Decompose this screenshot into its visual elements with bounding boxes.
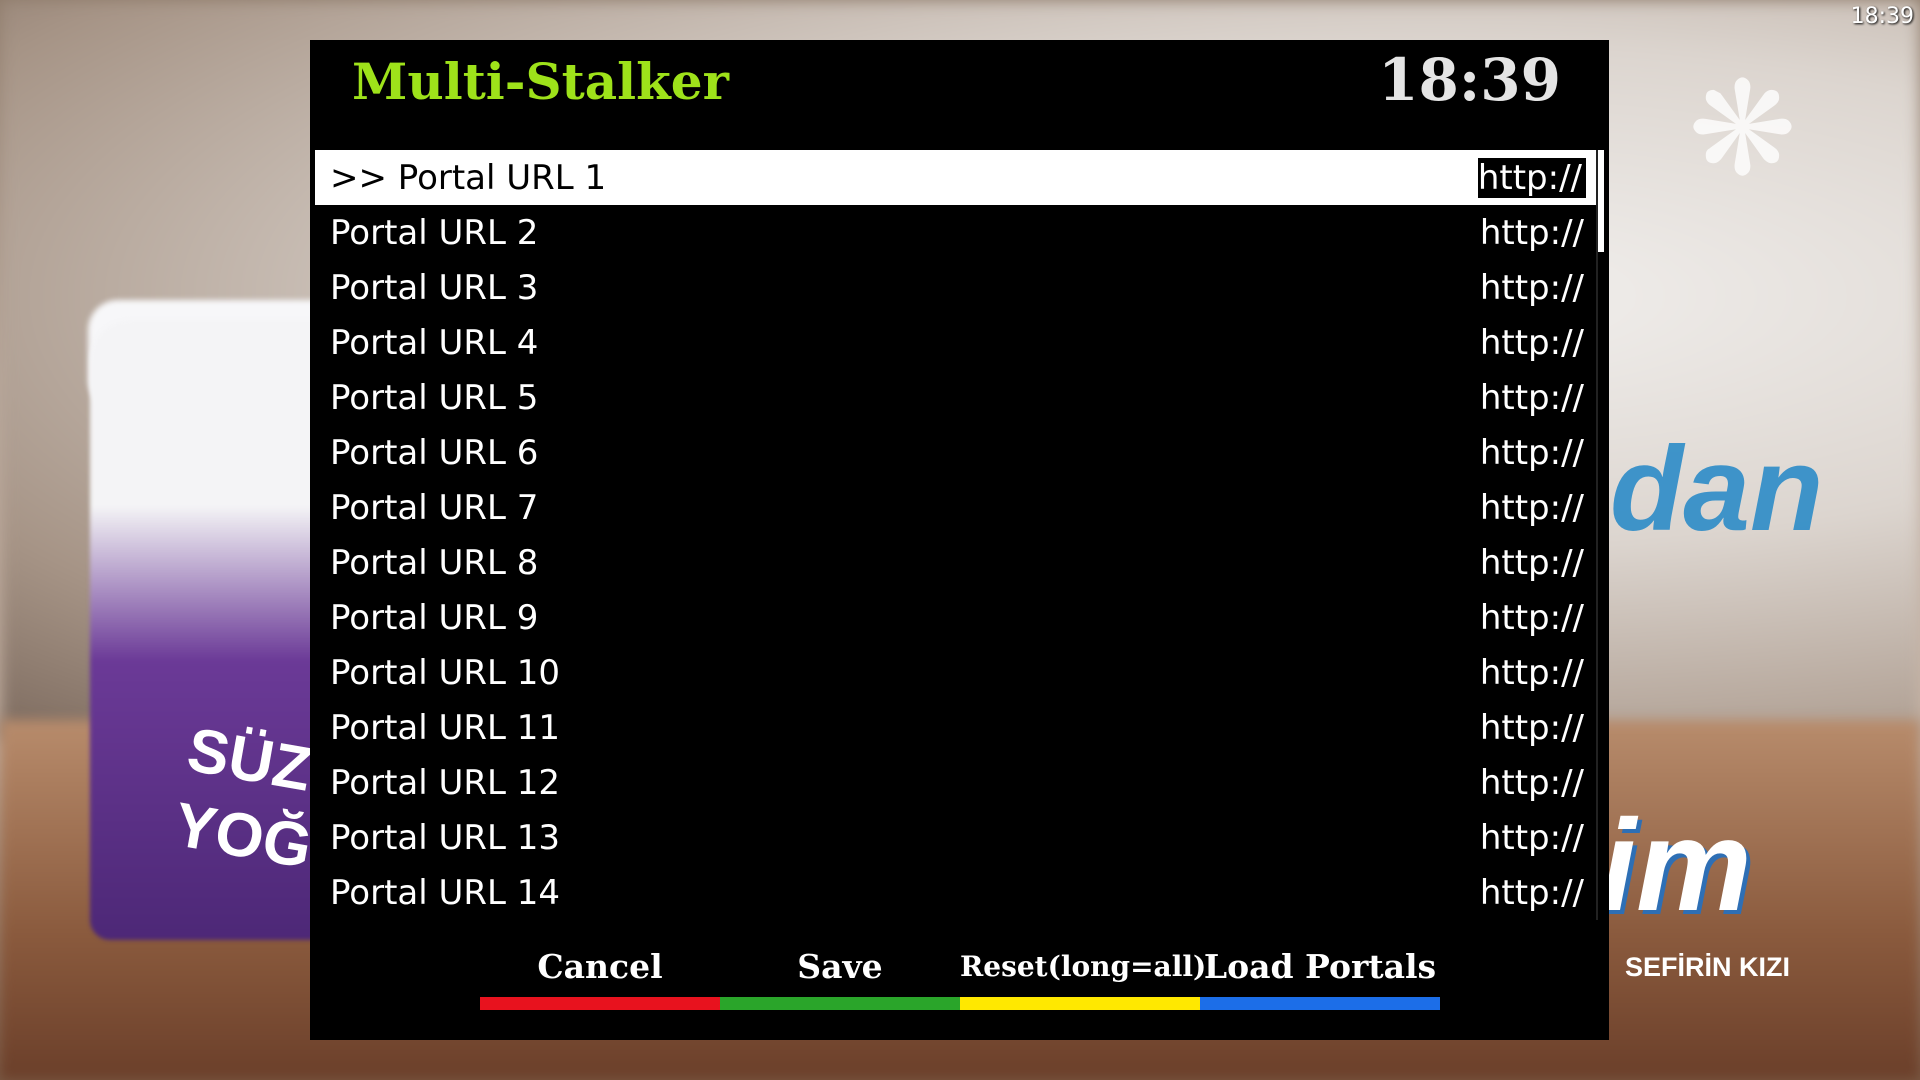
portal-url-list: >> Portal URL 1 http:// Portal URL 2 http:/… [315,150,1600,958]
color-button-bar: Cancel Save Reset(long=all) Load Portals [480,940,1440,1020]
portal-url-label: Portal URL 12 [330,762,561,803]
screen: SÜZME YOĞU dan ❋ im SEFİRİN KIZI 18:39 M… [0,0,1920,1080]
dialog-clock: 18:39 [1378,46,1561,114]
portal-url-value[interactable]: http:// [1478,873,1586,913]
portal-url-label: Portal URL 9 [330,597,539,638]
portal-url-row[interactable]: Portal URL 12 http:// [315,755,1600,810]
portal-url-label: Portal URL 11 [330,707,561,748]
portal-url-row[interactable]: Portal URL 14 http:// [315,865,1600,920]
multi-stalker-dialog: Multi-Stalker 18:39 >> Portal URL 1 http:… [310,40,1609,1040]
scrollbar-thumb[interactable] [1598,150,1604,252]
red-button-color-bar [480,997,720,1010]
background-blue-text: dan [1610,422,1824,556]
portal-url-value[interactable]: http:// [1478,818,1586,858]
green-button[interactable]: Save [720,940,960,1010]
portal-url-row[interactable]: Portal URL 13 http:// [315,810,1600,865]
portal-url-value[interactable]: http:// [1478,323,1586,363]
blue-button-color-bar [1200,997,1440,1010]
red-button-label: Cancel [537,947,663,986]
portal-url-value[interactable]: http:// [1478,378,1586,418]
portal-url-row[interactable]: Portal URL 9 http:// [315,590,1600,645]
portal-url-row[interactable]: Portal URL 6 http:// [315,425,1600,480]
yellow-button[interactable]: Reset(long=all) [960,940,1207,1010]
portal-url-label: Portal URL 2 [330,212,539,253]
portal-url-value[interactable]: http:// [1478,433,1586,473]
portal-url-value[interactable]: http:// [1478,213,1586,253]
yellow-button-color-bar [960,997,1200,1010]
blue-button[interactable]: Load Portals [1200,940,1440,1010]
portal-url-row[interactable]: Portal URL 8 http:// [315,535,1600,590]
yellow-button-label: Reset(long=all) [960,950,1207,983]
scrollbar-track[interactable] [1596,150,1606,920]
portal-url-row[interactable]: Portal URL 3 http:// [315,260,1600,315]
portal-url-label: Portal URL 5 [330,377,539,418]
portal-url-row[interactable]: Portal URL 2 http:// [315,205,1600,260]
dialog-title: Multi-Stalker [352,52,729,111]
portal-url-value[interactable]: http:// [1478,268,1586,308]
portal-url-row[interactable]: Portal URL 7 http:// [315,480,1600,535]
red-button[interactable]: Cancel [480,940,720,1010]
green-button-color-bar [720,997,960,1010]
portal-url-label: Portal URL 4 [330,322,539,363]
portal-url-value[interactable]: http:// [1478,653,1586,693]
blue-button-label: Load Portals [1203,947,1437,986]
portal-url-value[interactable]: http:// [1478,708,1586,748]
background-brand-logo: im [1600,792,1752,938]
portal-url-value[interactable]: http:// [1478,763,1586,803]
portal-url-label: Portal URL 14 [330,872,561,913]
portal-url-label: Portal URL 10 [330,652,561,693]
portal-url-value[interactable]: http:// [1478,543,1586,583]
portal-url-label: >> Portal URL 1 [330,157,607,198]
green-button-label: Save [797,947,883,986]
portal-url-row[interactable]: Portal URL 5 http:// [315,370,1600,425]
channel-logo-icon: ❋ [1688,53,1797,205]
portal-url-label: Portal URL 3 [330,267,539,308]
portal-url-row[interactable]: Portal URL 4 http:// [315,315,1600,370]
portal-url-value[interactable]: http:// [1478,488,1586,528]
background-slogan: SEFİRİN KIZI [1625,952,1791,982]
portal-url-value[interactable]: http:// [1478,598,1586,638]
portal-url-value[interactable]: http:// [1477,157,1586,198]
portal-url-label: Portal URL 6 [330,432,539,473]
portal-url-label: Portal URL 8 [330,542,539,583]
portal-url-label: Portal URL 7 [330,487,539,528]
portal-url-label: Portal URL 13 [330,817,561,858]
system-clock: 18:39 [1850,4,1914,29]
portal-url-row[interactable]: Portal URL 10 http:// [315,645,1600,700]
portal-url-row[interactable]: >> Portal URL 1 http:// [315,150,1600,205]
portal-url-row[interactable]: Portal URL 11 http:// [315,700,1600,755]
